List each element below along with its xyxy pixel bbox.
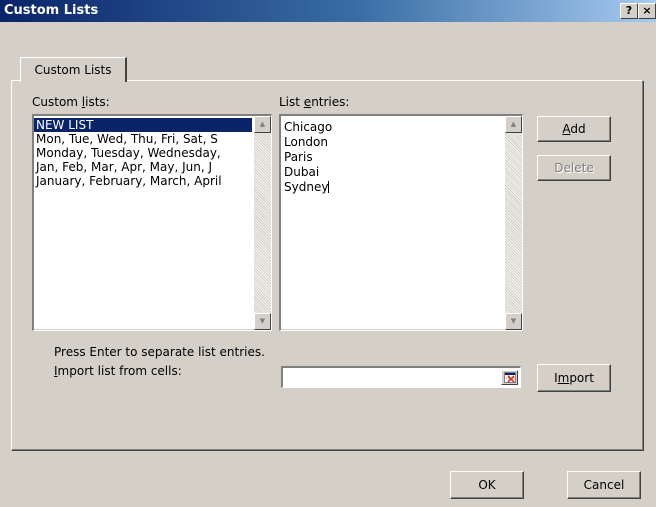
cancel-button[interactable]: Cancel: [567, 471, 641, 499]
list-item[interactable]: NEW LIST: [34, 118, 252, 132]
window-title: Custom Lists: [4, 3, 99, 18]
tab-custom-lists[interactable]: Custom Lists: [20, 57, 127, 82]
custom-lists-label: Custom lists:: [32, 95, 110, 109]
scroll-up-arrow-icon[interactable]: ▲: [254, 116, 271, 133]
scroll-up-arrow-icon[interactable]: ▲: [505, 116, 522, 133]
list-entries-scrollbar[interactable]: ▲ ▼: [505, 116, 522, 330]
collapse-dialog-icon[interactable]: [501, 370, 518, 385]
list-item[interactable]: Mon, Tue, Wed, Thu, Fri, Sat, S: [34, 132, 252, 146]
import-button[interactable]: Import: [537, 364, 611, 392]
ok-button[interactable]: OK: [450, 471, 524, 499]
delete-button[interactable]: Delete: [537, 155, 611, 181]
list-entries-textarea[interactable]: Chicago London Paris Dubai Sydney ▲ ▼: [279, 114, 523, 331]
scroll-down-arrow-icon[interactable]: ▼: [254, 313, 271, 330]
scroll-down-arrow-icon[interactable]: ▼: [505, 313, 522, 330]
list-entry: London: [284, 135, 328, 149]
add-button[interactable]: Add: [537, 116, 611, 142]
import-range-input[interactable]: [281, 366, 521, 388]
hint-text: Press Enter to separate list entries.: [54, 345, 265, 359]
tab-label: Custom Lists: [34, 63, 112, 77]
list-item[interactable]: January, February, March, April: [34, 174, 252, 188]
list-item[interactable]: Jan, Feb, Mar, Apr, May, Jun, J: [34, 160, 252, 174]
list-entry: Chicago: [284, 120, 333, 134]
list-entry-last: Sydney: [284, 180, 330, 194]
custom-lists-listbox[interactable]: NEW LIST Mon, Tue, Wed, Thu, Fri, Sat, S…: [32, 114, 272, 331]
list-item[interactable]: Monday, Tuesday, Wednesday,: [34, 146, 252, 160]
text-caret: [328, 181, 330, 193]
title-bar: Custom Lists ? ×: [0, 0, 656, 22]
list-entry: Paris: [284, 150, 313, 164]
close-button[interactable]: ×: [638, 3, 656, 19]
list-entries-label: List entries:: [279, 95, 350, 109]
list-entry: Dubai: [284, 165, 320, 179]
help-button[interactable]: ?: [620, 3, 638, 19]
custom-lists-scrollbar[interactable]: ▲ ▼: [254, 116, 271, 330]
import-range-label: Import list from cells:: [54, 364, 182, 378]
